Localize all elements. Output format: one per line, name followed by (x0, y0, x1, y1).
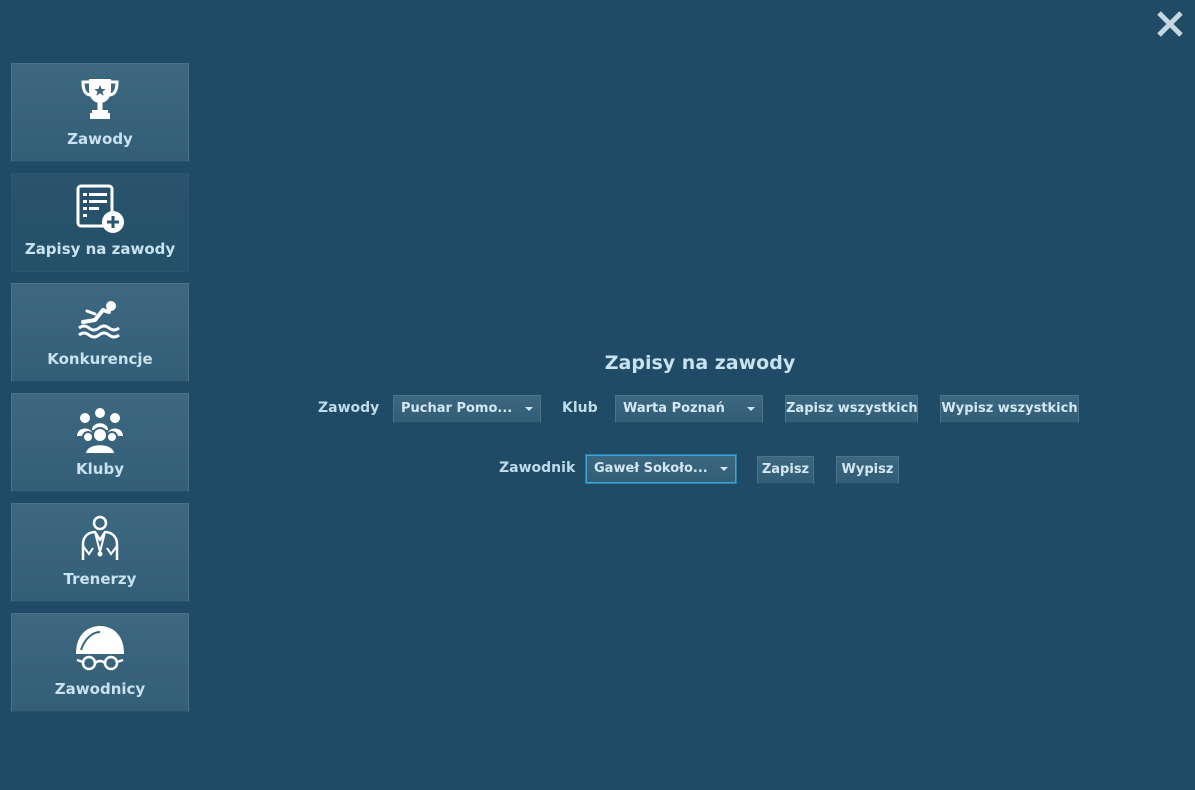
sidebar-item-trenerzy[interactable]: Trenerzy (11, 503, 189, 602)
register-button[interactable]: Zapisz (757, 456, 814, 484)
list-add-icon (76, 184, 124, 233)
chevron-down-icon (525, 407, 533, 411)
register-all-button[interactable]: Zapisz wszystkich (785, 395, 918, 423)
sidebar-item-label: Zapisy na zawody (24, 240, 176, 258)
competition-label: Zawody (318, 400, 380, 416)
club-label: Klub (562, 400, 598, 416)
club-select[interactable]: Warta Poznań (615, 395, 763, 423)
swimmer-label: Zawodnik (499, 460, 576, 476)
swimmer-select[interactable]: Gaweł Sokoło... (586, 455, 736, 483)
sidebar-item-zawody[interactable]: Zawody (11, 63, 189, 162)
app-window: Zawody Zapisy na zawody Konkurencje Klub… (0, 0, 1195, 790)
sidebar-item-zawodnicy[interactable]: Zawodnicy (11, 613, 189, 712)
sidebar-item-label: Zawody (67, 130, 133, 148)
coach-icon (81, 515, 119, 560)
group-icon (77, 408, 123, 454)
chevron-down-icon (747, 407, 755, 411)
club-select-value: Warta Poznań (623, 401, 725, 416)
competition-select-value: Puchar Pomo... (401, 401, 513, 416)
page-title: Zapisy na zawody (604, 352, 796, 374)
swimmer-icon (78, 301, 120, 339)
chevron-down-icon (720, 467, 728, 471)
sidebar-item-label: Konkurencje (47, 350, 153, 368)
sidebar-item-label: Trenerzy (63, 570, 137, 588)
swimmer-select-value: Gaweł Sokoło... (594, 461, 708, 476)
sidebar-item-zapisy[interactable]: Zapisy na zawody (11, 173, 189, 272)
unregister-button[interactable]: Wypisz (836, 456, 899, 484)
close-button[interactable] (1152, 6, 1188, 42)
competition-select[interactable]: Puchar Pomo... (393, 395, 541, 423)
trophy-icon (81, 79, 119, 119)
sidebar-item-konkurencje[interactable]: Konkurencje (11, 283, 189, 382)
sidebar-item-kluby[interactable]: Kluby (11, 393, 189, 492)
sidebar-item-label: Zawodnicy (54, 680, 146, 698)
sidebar-item-label: Kluby (76, 460, 124, 478)
unregister-all-button[interactable]: Wypisz wszystkich (940, 395, 1079, 423)
swim-cap-goggles-icon (76, 626, 124, 671)
close-icon (1157, 11, 1183, 37)
